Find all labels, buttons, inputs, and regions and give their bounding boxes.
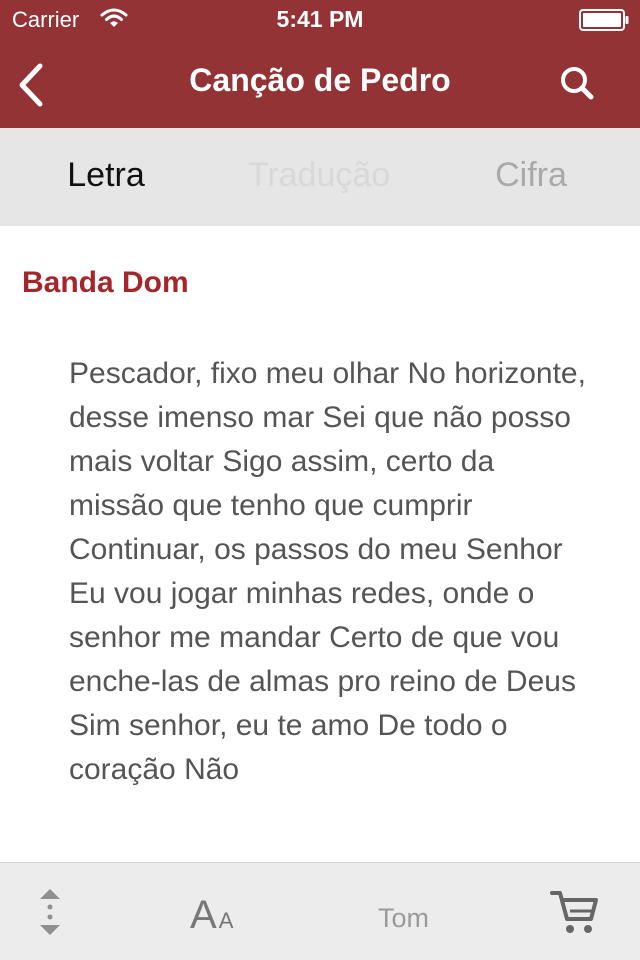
tom-button[interactable]: Tom: [378, 903, 429, 934]
tab-letra[interactable]: Letra: [6, 156, 206, 195]
tab-traducao[interactable]: Tradução: [219, 156, 419, 195]
tab-cifra[interactable]: Cifra: [431, 156, 631, 195]
artist-name: Banda Dom: [22, 266, 189, 299]
status-time: 5:41 PM: [276, 6, 364, 32]
cart-icon: [550, 891, 598, 933]
page-title: Canção de Pedro: [189, 62, 451, 98]
cart-button[interactable]: [550, 889, 600, 937]
lyrics-text: Pescador, fixo meu olhar No horizonte, d…: [69, 357, 586, 786]
status-bar: Carrier 5:41 PM: [0, 0, 640, 40]
up-down-arrows-icon: [40, 889, 60, 935]
font-decrease-label: A: [218, 908, 234, 933]
search-icon: [561, 67, 594, 100]
header: Carrier 5:41 PM Canção de Pedro: [0, 0, 640, 128]
tab-bar: Letra Tradução Cifra: [0, 128, 640, 226]
battery-icon: [579, 9, 629, 31]
font-increase-label: A: [190, 893, 217, 937]
auto-scroll-button[interactable]: [32, 885, 68, 939]
font-size-button[interactable]: AA: [190, 893, 233, 938]
bottom-toolbar: AA Tom: [0, 862, 640, 960]
search-button[interactable]: [558, 64, 598, 104]
